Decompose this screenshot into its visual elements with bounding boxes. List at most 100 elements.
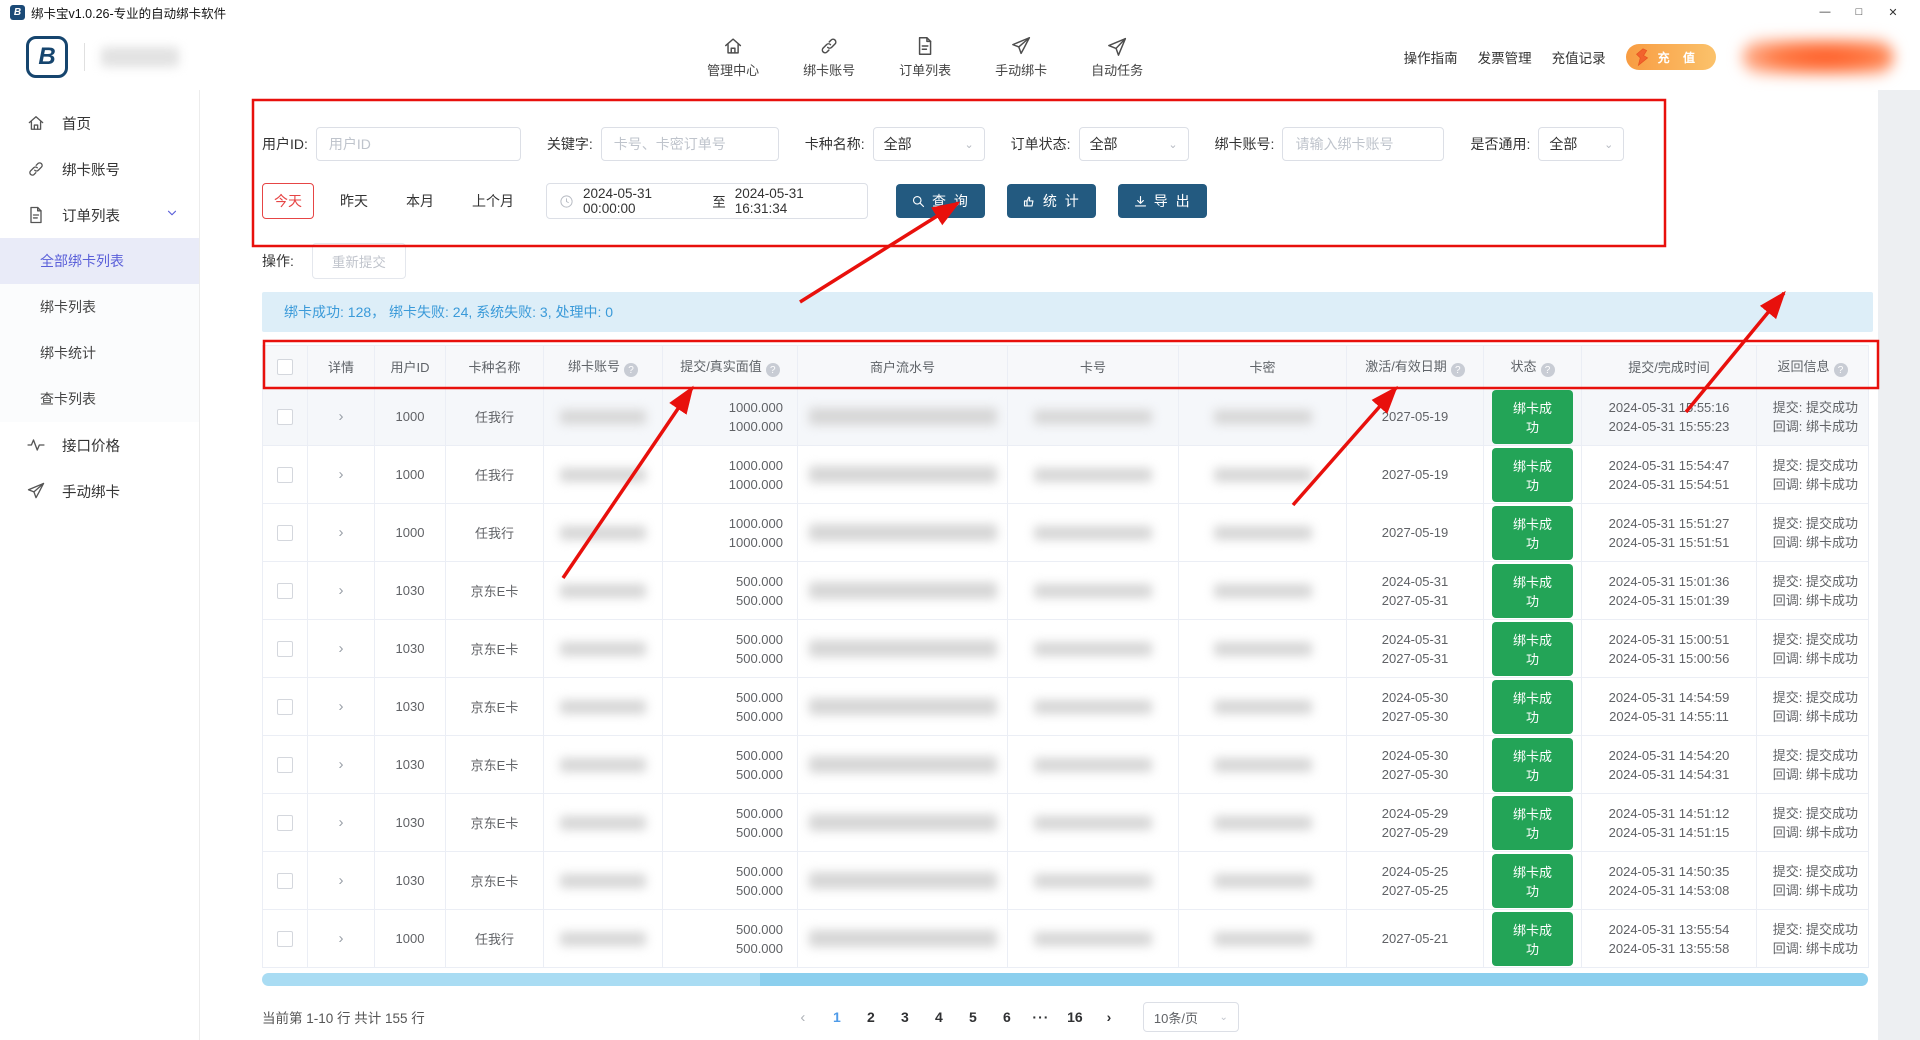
link-guide[interactable]: 操作指南 bbox=[1404, 47, 1458, 67]
cell-card-type: 京东E卡 bbox=[446, 678, 544, 736]
expand-row-icon[interactable]: › bbox=[339, 466, 344, 483]
cell-dates: 2027-05-19 bbox=[1347, 446, 1484, 504]
expand-row-icon[interactable]: › bbox=[339, 756, 344, 773]
bind-account-input[interactable] bbox=[1282, 127, 1444, 161]
quick-range-今天[interactable]: 今天 bbox=[262, 183, 314, 219]
page-button-16[interactable]: 16 bbox=[1061, 1003, 1089, 1031]
minimize-button[interactable]: — bbox=[1808, 1, 1842, 23]
expand-row-icon[interactable]: › bbox=[339, 408, 344, 425]
row-checkbox[interactable] bbox=[277, 757, 293, 773]
column-header-绑卡账号: 绑卡账号? bbox=[544, 346, 663, 388]
sidebar-subitem-查卡列表[interactable]: 查卡列表 bbox=[0, 376, 199, 422]
status-badge[interactable]: 绑卡成功 bbox=[1492, 738, 1573, 792]
row-checkbox[interactable] bbox=[277, 699, 293, 715]
top-nav-item-plane[interactable]: 手动绑卡 bbox=[995, 35, 1047, 79]
page-button-5[interactable]: 5 bbox=[959, 1003, 987, 1031]
blurred-bind-account bbox=[560, 700, 646, 714]
user-id-input[interactable] bbox=[316, 127, 521, 161]
card-type-select[interactable]: 全部 ⌄ bbox=[873, 127, 985, 161]
status-badge[interactable]: 绑卡成功 bbox=[1492, 680, 1573, 734]
help-icon[interactable]: ? bbox=[766, 363, 780, 377]
help-icon[interactable]: ? bbox=[1834, 363, 1848, 377]
row-checkbox[interactable] bbox=[277, 525, 293, 541]
page-button-1[interactable]: 1 bbox=[823, 1003, 851, 1031]
blurred-card-key bbox=[1214, 468, 1312, 482]
top-nav-item-send[interactable]: 自动任务 bbox=[1091, 35, 1143, 79]
resubmit-button[interactable]: 重新提交 bbox=[312, 243, 406, 279]
page-size-select[interactable]: 10条/页 ⌄ bbox=[1143, 1002, 1239, 1032]
search-button[interactable]: 查 询 bbox=[896, 184, 985, 218]
help-icon[interactable]: ? bbox=[1451, 363, 1465, 377]
status-badge[interactable]: 绑卡成功 bbox=[1492, 506, 1573, 560]
link-recharge-record[interactable]: 充值记录 bbox=[1552, 47, 1606, 67]
sidebar-item-document[interactable]: 订单列表 bbox=[0, 192, 199, 238]
sidebar-subitem-全部绑卡列表[interactable]: 全部绑卡列表 bbox=[0, 238, 199, 284]
top-nav-item-document[interactable]: 订单列表 bbox=[899, 35, 951, 79]
prev-page-button[interactable]: ‹ bbox=[789, 1003, 817, 1031]
link-invoice[interactable]: 发票管理 bbox=[1478, 47, 1532, 67]
sidebar-item-pulse[interactable]: 接口价格 bbox=[0, 422, 199, 468]
date-range-picker[interactable]: 2024-05-31 00:00:00 至 2024-05-31 16:31:3… bbox=[546, 183, 868, 219]
horizontal-scrollbar[interactable] bbox=[262, 973, 1868, 986]
status-badge[interactable]: 绑卡成功 bbox=[1492, 390, 1573, 444]
quick-range-昨天[interactable]: 昨天 bbox=[328, 183, 380, 219]
help-icon[interactable]: ? bbox=[624, 363, 638, 377]
sidebar-subitem-绑卡统计[interactable]: 绑卡统计 bbox=[0, 330, 199, 376]
select-all-checkbox[interactable] bbox=[277, 359, 293, 375]
top-nav-item-home[interactable]: 管理中心 bbox=[707, 35, 759, 79]
sidebar-item-link[interactable]: 绑卡账号 bbox=[0, 146, 199, 192]
maximize-button[interactable]: □ bbox=[1842, 1, 1876, 23]
row-checkbox[interactable] bbox=[277, 641, 293, 657]
status-badge[interactable]: 绑卡成功 bbox=[1492, 796, 1573, 850]
cell-face-value: 500.000500.000 bbox=[663, 620, 798, 678]
blurred-card-number bbox=[1034, 410, 1152, 424]
blurred-card-number bbox=[1034, 700, 1152, 714]
expand-row-icon[interactable]: › bbox=[339, 582, 344, 599]
quick-range-上个月[interactable]: 上个月 bbox=[460, 183, 526, 219]
quick-range-本月[interactable]: 本月 bbox=[394, 183, 446, 219]
status-badge[interactable]: 绑卡成功 bbox=[1492, 622, 1573, 676]
page-button-2[interactable]: 2 bbox=[857, 1003, 885, 1031]
row-checkbox[interactable] bbox=[277, 873, 293, 889]
expand-row-icon[interactable]: › bbox=[339, 814, 344, 831]
keyword-input[interactable] bbox=[601, 127, 779, 161]
download-icon bbox=[1133, 194, 1148, 209]
sidebar-subitem-绑卡列表[interactable]: 绑卡列表 bbox=[0, 284, 199, 330]
export-button[interactable]: 导 出 bbox=[1118, 184, 1207, 218]
row-checkbox[interactable] bbox=[277, 467, 293, 483]
close-button[interactable]: ✕ bbox=[1876, 1, 1910, 23]
page-button-3[interactable]: 3 bbox=[891, 1003, 919, 1031]
page-button-4[interactable]: 4 bbox=[925, 1003, 953, 1031]
help-icon[interactable]: ? bbox=[1541, 363, 1555, 377]
page-button-6[interactable]: 6 bbox=[993, 1003, 1021, 1031]
order-status-select[interactable]: 全部 ⌄ bbox=[1079, 127, 1189, 161]
expand-row-icon[interactable]: › bbox=[339, 698, 344, 715]
blurred-bind-account bbox=[560, 642, 646, 656]
sidebar-item-plane[interactable]: 手动绑卡 bbox=[0, 468, 199, 514]
blurred-merchant-serial bbox=[809, 640, 997, 657]
expand-row-icon[interactable]: › bbox=[339, 524, 344, 541]
vertical-scrollbar-track[interactable] bbox=[1878, 90, 1920, 1040]
status-badge[interactable]: 绑卡成功 bbox=[1492, 912, 1573, 966]
operation-row: 操作: 重新提交 bbox=[262, 243, 1920, 279]
status-badge[interactable]: 绑卡成功 bbox=[1492, 564, 1573, 618]
row-checkbox[interactable] bbox=[277, 583, 293, 599]
recharge-button[interactable]: 充 值 bbox=[1626, 44, 1716, 70]
is-common-select[interactable]: 全部 ⌄ bbox=[1538, 127, 1624, 161]
status-badge[interactable]: 绑卡成功 bbox=[1492, 854, 1573, 908]
table-row: › 1000 任我行 1000.0001000.000 2027-05-19 绑… bbox=[263, 504, 1869, 562]
expand-row-icon[interactable]: › bbox=[339, 640, 344, 657]
sidebar-item-home[interactable]: 首页 bbox=[0, 100, 199, 146]
row-checkbox[interactable] bbox=[277, 409, 293, 425]
statistics-button[interactable]: 统 计 bbox=[1007, 184, 1096, 218]
home-icon bbox=[722, 35, 744, 57]
expand-row-icon[interactable]: › bbox=[339, 872, 344, 889]
status-badge[interactable]: 绑卡成功 bbox=[1492, 448, 1573, 502]
blurred-cta-button[interactable] bbox=[1742, 39, 1894, 75]
top-nav-item-link[interactable]: 绑卡账号 bbox=[803, 35, 855, 79]
row-checkbox[interactable] bbox=[277, 815, 293, 831]
row-checkbox[interactable] bbox=[277, 931, 293, 947]
sidebar-submenu: 全部绑卡列表绑卡列表绑卡统计查卡列表 bbox=[0, 238, 199, 422]
next-page-button[interactable]: › bbox=[1095, 1003, 1123, 1031]
expand-row-icon[interactable]: › bbox=[339, 930, 344, 947]
